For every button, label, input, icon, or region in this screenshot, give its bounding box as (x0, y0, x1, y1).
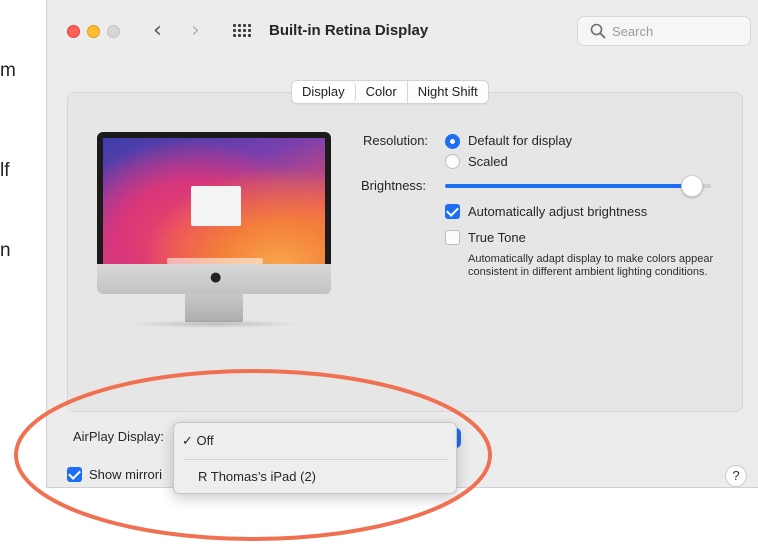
background-text-fragment: m (0, 60, 16, 81)
display-preferences-window: ‹ › Built-in Retina Display Search Displ… (46, 0, 758, 494)
imac-stand (185, 294, 243, 322)
airplay-display-label: AirPlay Display: (73, 429, 165, 444)
show-mirroring-checkbox[interactable] (67, 467, 82, 482)
resolution-default-radio[interactable] (445, 134, 460, 149)
true-tone-label: True Tone (468, 230, 526, 245)
tab-night-shift[interactable]: Night Shift (408, 81, 488, 103)
resolution-scaled-radio[interactable] (445, 154, 460, 169)
forward-button[interactable]: › (191, 18, 200, 43)
imac-chin: ● (97, 264, 331, 294)
brightness-slider-fill (445, 184, 693, 188)
menu-item-ipad[interactable]: R Thomas’s iPad (2) (198, 469, 316, 484)
back-button[interactable]: ‹ (153, 18, 162, 43)
close-window-button[interactable] (67, 25, 80, 38)
menu-item-off-label: Off (196, 433, 214, 448)
tab-color[interactable]: Color (356, 81, 408, 103)
background-text-fragment: lf (0, 160, 10, 181)
true-tone-description: Automatically adapt display to make colo… (468, 253, 714, 278)
zoom-window-button[interactable] (107, 25, 120, 38)
search-placeholder: Search (612, 24, 654, 39)
show-mirroring-label: Show mirrori (89, 467, 162, 482)
tab-bar: Display Color Night Shift (291, 80, 489, 104)
brightness-slider[interactable] (445, 175, 711, 197)
checkmark-icon: ✓ (182, 433, 193, 448)
apple-logo-icon: ● (210, 270, 222, 285)
window-title: Built-in Retina Display (269, 22, 429, 39)
imac-shadow (127, 320, 301, 328)
minimize-window-button[interactable] (87, 25, 100, 38)
brightness-label: Brightness: (361, 178, 427, 193)
resolution-label: Resolution: (363, 133, 429, 148)
auto-brightness-checkbox[interactable] (445, 204, 460, 219)
menu-item-off[interactable]: ✓ Off (182, 433, 214, 449)
auto-brightness-label: Automatically adjust brightness (468, 204, 648, 219)
window-thumbnail (191, 186, 241, 226)
search-field[interactable]: Search (577, 16, 751, 46)
resolution-default-label: Default for display (468, 133, 573, 148)
airplay-dropdown-menu: ✓ Off R Thomas’s iPad (2) (173, 422, 457, 494)
search-icon (590, 23, 606, 39)
menu-separator (184, 459, 448, 460)
imac-illustration (97, 132, 331, 268)
true-tone-checkbox[interactable] (445, 230, 460, 245)
help-button[interactable]: ? (725, 465, 747, 487)
wallpaper-image (103, 138, 325, 268)
tab-display[interactable]: Display (292, 81, 356, 103)
title-bar: ‹ › Built-in Retina Display Search (47, 0, 758, 62)
show-all-grid-icon[interactable] (233, 24, 253, 38)
background-text-fragment: n (0, 240, 11, 261)
resolution-scaled-label: Scaled (468, 154, 508, 169)
